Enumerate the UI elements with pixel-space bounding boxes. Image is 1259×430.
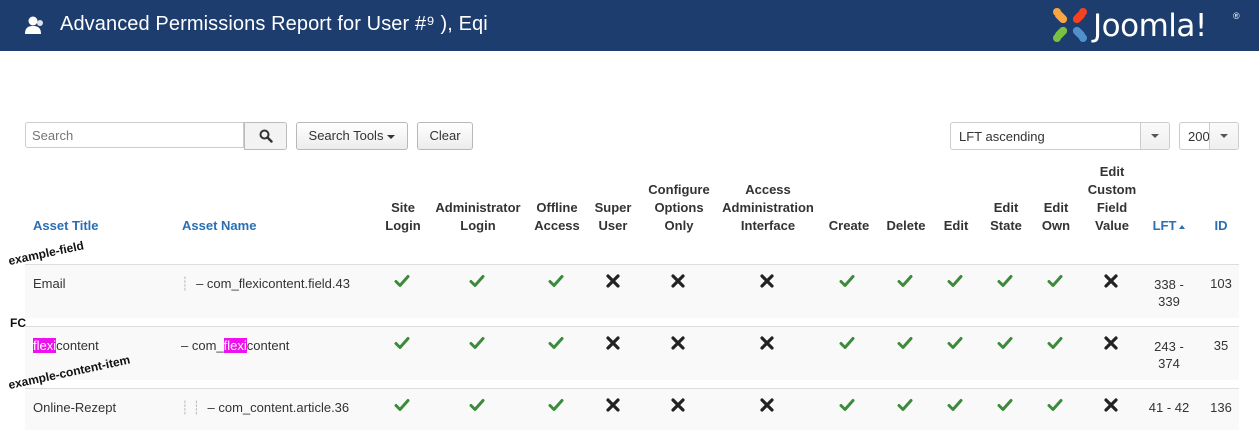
column-id[interactable]: ID <box>1204 217 1238 235</box>
check-icon <box>469 399 485 411</box>
check-icon <box>394 275 410 287</box>
column-edit-state: Edit State <box>990 200 1022 233</box>
check-icon <box>469 275 485 287</box>
chevron-down-icon <box>1220 134 1228 138</box>
ordering-select[interactable]: LFT ascending <box>950 122 1170 150</box>
check-icon <box>1047 275 1063 287</box>
column-site-login: Site Login <box>385 200 421 233</box>
cross-icon <box>1104 274 1118 288</box>
column-access-administration-interface: Access Administration Interface <box>722 182 814 233</box>
column-administrator-login: Administrator Login <box>435 200 521 233</box>
check-icon <box>897 337 913 349</box>
joomla-logo[interactable]: Joomla! ® <box>1051 6 1251 46</box>
column-edit: Edit <box>943 218 969 233</box>
asset-name: ┊ ┊ – com_content.article.36 <box>181 400 350 415</box>
column-super-user: Super User <box>594 200 632 233</box>
check-icon <box>897 275 913 287</box>
sort-ascending-icon <box>1179 224 1186 229</box>
dropdown-arrow[interactable] <box>1209 123 1238 149</box>
search-input[interactable] <box>25 122 244 148</box>
check-icon <box>394 399 410 411</box>
check-icon <box>469 337 485 349</box>
asset-title: Online-Rezept <box>33 400 117 415</box>
column-asset-name[interactable]: Asset Name <box>182 217 256 235</box>
asset-title: Email <box>33 276 66 291</box>
dropdown-arrow[interactable] <box>1140 123 1169 149</box>
column-delete: Delete <box>886 218 926 233</box>
cross-icon <box>671 336 685 350</box>
column-create: Create <box>828 218 870 233</box>
column-lft[interactable]: LFT <box>1148 217 1190 235</box>
column-offline-access: Offline Access <box>534 200 580 233</box>
cross-icon <box>606 398 620 412</box>
cross-icon <box>760 336 774 350</box>
asset-name: ┊ – com_flexicontent.field.43 <box>181 276 350 291</box>
check-icon <box>1047 337 1063 349</box>
check-icon <box>947 337 963 349</box>
lft-range: 338 -339 <box>1154 277 1184 309</box>
check-icon <box>997 337 1013 349</box>
header-bar: Advanced Permissions Report for User #⁹ … <box>0 0 1259 51</box>
cross-icon <box>606 336 620 350</box>
check-icon <box>839 399 855 411</box>
check-icon <box>997 399 1013 411</box>
chevron-down-icon <box>1151 134 1159 138</box>
list-limit-select[interactable]: 200 <box>1179 122 1239 150</box>
cross-icon <box>1104 336 1118 350</box>
annotation-fc: FC <box>10 316 26 330</box>
check-icon <box>1047 399 1063 411</box>
caret-down-icon <box>387 134 396 139</box>
cross-icon <box>606 274 620 288</box>
clear-button[interactable]: Clear <box>417 122 473 150</box>
cross-icon <box>760 274 774 288</box>
asset-id: 35 <box>1213 338 1229 353</box>
asset-id: 103 <box>1210 276 1232 291</box>
search-tools-button[interactable]: Search Tools <box>296 122 408 150</box>
check-icon <box>997 275 1013 287</box>
check-icon <box>394 337 410 349</box>
check-icon <box>839 337 855 349</box>
joomla-mark-icon <box>1053 8 1087 42</box>
lft-range: 41 - 42 <box>1148 400 1190 415</box>
search-icon <box>259 129 273 143</box>
user-icon <box>25 16 43 34</box>
check-icon <box>947 275 963 287</box>
check-icon <box>548 275 564 287</box>
check-icon <box>548 399 564 411</box>
column-edit-custom-field-value: Edit Custom Field Value <box>1087 164 1137 233</box>
page-title: Advanced Permissions Report for User #⁹ … <box>60 13 488 35</box>
cross-icon <box>1104 398 1118 412</box>
check-icon <box>947 399 963 411</box>
column-configure-options-only: Configure Options Only <box>648 182 710 233</box>
check-icon <box>839 275 855 287</box>
asset-id: 136 <box>1210 400 1232 415</box>
column-asset-title[interactable]: Asset Title <box>33 217 99 235</box>
search-button[interactable] <box>244 122 287 150</box>
cross-icon <box>671 274 685 288</box>
check-icon <box>548 337 564 349</box>
cross-icon <box>760 398 774 412</box>
asset-title: flexicontent <box>33 338 99 353</box>
check-icon <box>897 399 913 411</box>
brand-name: Joomla! <box>1093 8 1207 44</box>
column-edit-own: Edit Own <box>1041 200 1071 233</box>
lft-range: 243 -374 <box>1154 339 1184 371</box>
cross-icon <box>671 398 685 412</box>
asset-name: – com_flexicontent <box>181 338 290 353</box>
